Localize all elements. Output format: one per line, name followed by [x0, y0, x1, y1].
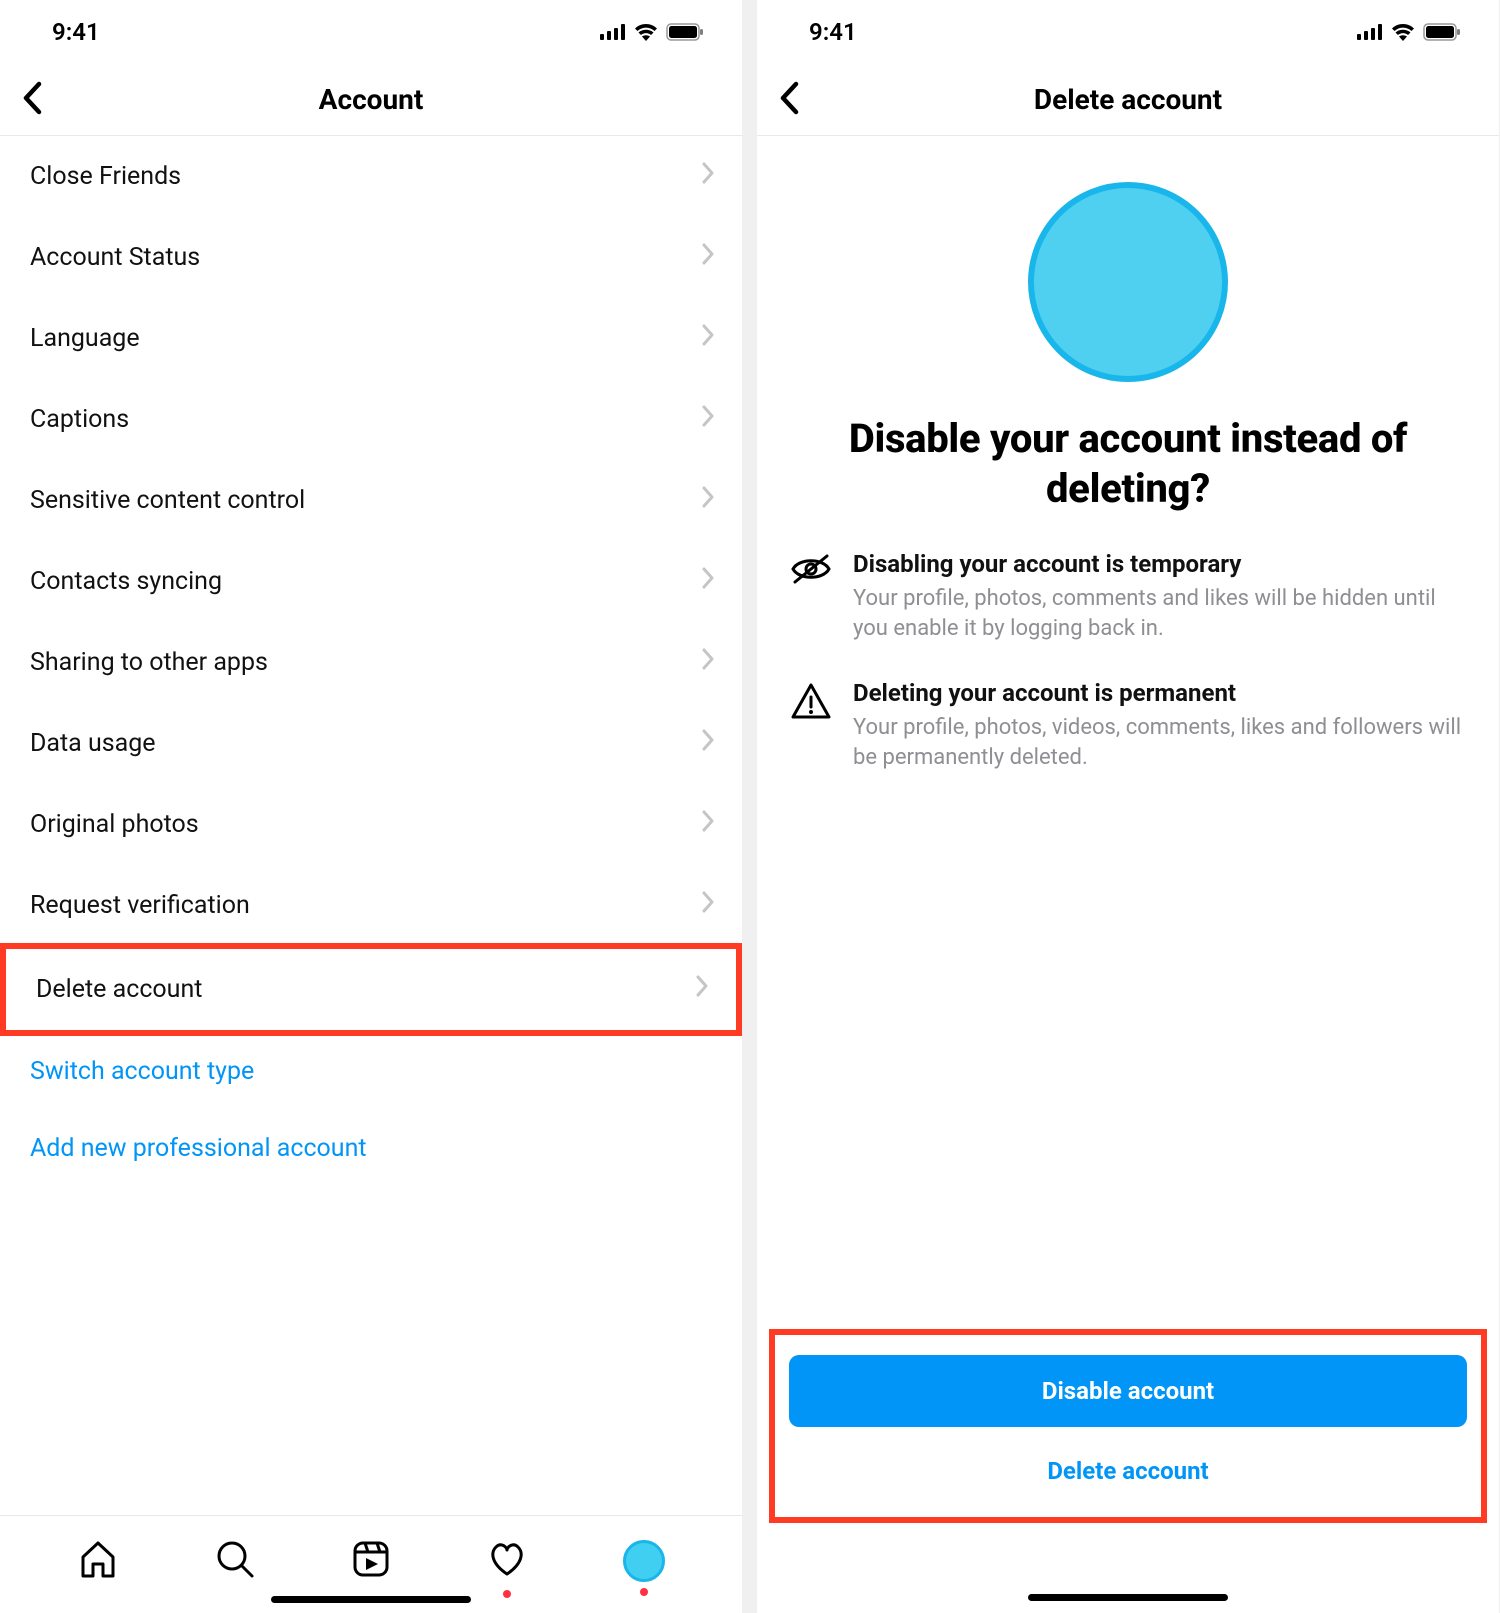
page-title: Delete account — [1034, 83, 1222, 116]
status-bar: 9:41 — [757, 0, 1499, 64]
setting-delete-account[interactable]: Delete account — [6, 949, 736, 1030]
setting-label: Sensitive content control — [30, 486, 305, 515]
delete-account-button[interactable]: Delete account — [789, 1449, 1467, 1493]
setting-label: Request verification — [30, 891, 250, 920]
info-desc: Your profile, photos, comments and likes… — [853, 584, 1467, 645]
setting-original-photos[interactable]: Original photos — [0, 784, 742, 865]
setting-data-usage[interactable]: Data usage — [0, 703, 742, 784]
info-text: Disabling your account is temporary Your… — [853, 550, 1467, 645]
annotation-highlight: Disable account Delete account — [769, 1329, 1487, 1523]
chevron-left-icon — [779, 81, 799, 115]
setting-label: Close Friends — [30, 162, 181, 191]
avatar-icon — [623, 1540, 665, 1582]
setting-language[interactable]: Language — [0, 298, 742, 379]
chevron-right-icon — [702, 324, 714, 353]
setting-label: Contacts syncing — [30, 567, 222, 596]
setting-close-friends[interactable]: Close Friends — [0, 136, 742, 217]
chevron-left-icon — [22, 81, 42, 115]
status-bar: 9:41 — [0, 0, 742, 64]
chevron-right-icon — [702, 648, 714, 677]
notification-dot — [640, 1588, 648, 1596]
battery-icon — [666, 23, 704, 41]
search-icon — [214, 1538, 256, 1580]
link-label: Add new professional account — [30, 1134, 367, 1163]
reels-icon — [350, 1538, 392, 1580]
status-time: 9:41 — [809, 18, 857, 46]
delete-account-screen: 9:41 Delete account Disable your account… — [757, 0, 1499, 1613]
status-indicators — [1357, 23, 1461, 41]
status-indicators — [600, 23, 704, 41]
tab-search[interactable] — [214, 1538, 256, 1584]
info-disabling: Disabling your account is temporary Your… — [789, 550, 1467, 645]
setting-label: Captions — [30, 405, 129, 434]
link-switch-account-type[interactable]: Switch account type — [0, 1033, 742, 1110]
disable-heading: Disable your account instead of deleting… — [789, 414, 1467, 514]
setting-label: Delete account — [36, 975, 202, 1004]
tab-activity[interactable] — [486, 1538, 528, 1584]
chevron-right-icon — [702, 486, 714, 515]
chevron-right-icon — [702, 405, 714, 434]
setting-contacts-syncing[interactable]: Contacts syncing — [0, 541, 742, 622]
info-deleting: Deleting your account is permanent Your … — [789, 679, 1467, 774]
tab-reels[interactable] — [350, 1538, 392, 1584]
tab-home[interactable] — [77, 1538, 119, 1584]
disable-account-button[interactable]: Disable account — [789, 1355, 1467, 1427]
wifi-icon — [1391, 23, 1415, 41]
back-button[interactable] — [771, 73, 807, 127]
cellular-icon — [1357, 24, 1383, 40]
setting-sharing-apps[interactable]: Sharing to other apps — [0, 622, 742, 703]
battery-icon — [1423, 23, 1461, 41]
link-label: Switch account type — [30, 1057, 254, 1086]
home-indicator — [1028, 1594, 1228, 1601]
chevron-right-icon — [702, 567, 714, 596]
setting-captions[interactable]: Captions — [0, 379, 742, 460]
chevron-right-icon — [696, 975, 708, 1004]
tab-profile[interactable] — [623, 1540, 665, 1582]
annotation-highlight: Delete account — [0, 943, 742, 1036]
chevron-right-icon — [702, 891, 714, 920]
info-text: Deleting your account is permanent Your … — [853, 679, 1467, 774]
home-indicator — [271, 1596, 471, 1603]
setting-request-verification[interactable]: Request verification — [0, 865, 742, 946]
status-time: 9:41 — [52, 18, 100, 46]
info-title: Deleting your account is permanent — [853, 679, 1467, 707]
screen-body: Disable your account instead of deleting… — [757, 136, 1499, 1613]
chevron-right-icon — [702, 729, 714, 758]
setting-account-status[interactable]: Account Status — [0, 217, 742, 298]
setting-label: Data usage — [30, 729, 156, 758]
chevron-right-icon — [702, 810, 714, 839]
cellular-icon — [600, 24, 626, 40]
eye-off-icon — [789, 550, 833, 645]
info-title: Disabling your account is temporary — [853, 550, 1467, 578]
notification-dot — [503, 1590, 511, 1598]
warning-icon — [789, 679, 833, 774]
setting-label: Account Status — [30, 243, 200, 272]
setting-sensitive-content[interactable]: Sensitive content control — [0, 460, 742, 541]
page-title: Account — [319, 83, 424, 116]
avatar — [1028, 182, 1228, 382]
nav-header: Delete account — [757, 64, 1499, 136]
home-icon — [77, 1538, 119, 1580]
link-add-professional-account[interactable]: Add new professional account — [0, 1110, 742, 1187]
bottom-actions: Disable account Delete account — [789, 1329, 1467, 1613]
nav-header: Account — [0, 64, 742, 136]
back-button[interactable] — [14, 73, 50, 127]
chevron-right-icon — [702, 162, 714, 191]
tab-bar — [0, 1515, 742, 1613]
setting-label: Sharing to other apps — [30, 648, 268, 677]
settings-list[interactable]: Close Friends Account Status Language Ca… — [0, 136, 742, 1515]
account-settings-screen: 9:41 Account Close Friends Account Statu… — [0, 0, 742, 1613]
heart-icon — [486, 1538, 528, 1580]
setting-label: Original photos — [30, 810, 199, 839]
chevron-right-icon — [702, 243, 714, 272]
setting-label: Language — [30, 324, 140, 353]
wifi-icon — [634, 23, 658, 41]
info-desc: Your profile, photos, videos, comments, … — [853, 713, 1467, 774]
